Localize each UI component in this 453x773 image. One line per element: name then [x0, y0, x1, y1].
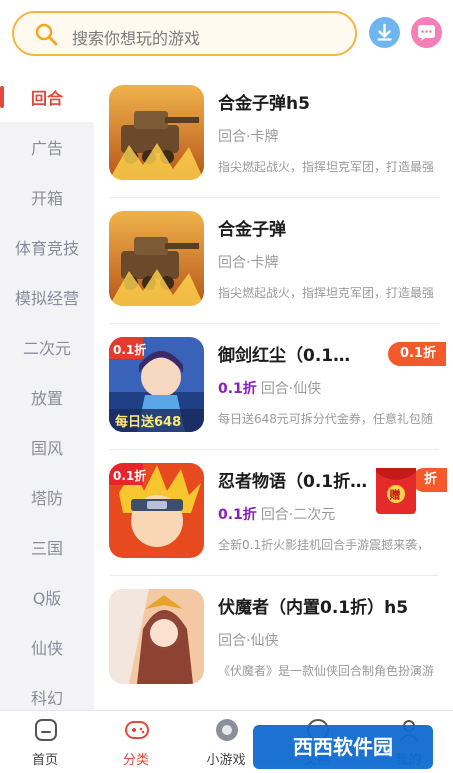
discount-badge: 0.1折: [388, 342, 447, 366]
game-tags: 回合·仙侠: [260, 381, 322, 397]
tab-label: 首页: [31, 753, 58, 768]
category-label: 仙侠: [30, 639, 63, 658]
category-label: 回合: [30, 89, 63, 108]
home-icon: [35, 719, 57, 741]
category-item-xianxia[interactable]: 仙侠: [0, 622, 94, 672]
category-item-fangzhi[interactable]: 放置: [0, 372, 94, 422]
download-icon: [377, 23, 392, 41]
game-list-item[interactable]: 合金子弹 回合·卡牌 指尖燃起战火，指挥坦克军团，打造最强: [94, 198, 453, 324]
game-icon-ninja: 0.1折: [109, 463, 204, 558]
game-title[interactable]: 伏魔者（内置0.1折）h5: [218, 593, 408, 618]
category-label: 体育竞技: [14, 239, 79, 258]
search-icon: [35, 23, 58, 46]
game-description: 《伏魔者》是一款仙侠回合制角色扮演游: [218, 664, 435, 678]
minigame-icon: [216, 719, 238, 741]
category-item-guofeng[interactable]: 国风: [0, 422, 94, 472]
category-item-huihe[interactable]: 回合: [0, 72, 94, 122]
game-description: 指尖燃起战火，指挥坦克军团，打造最强: [218, 160, 435, 174]
category-label: Q版: [32, 589, 62, 608]
icon-discount-text: 0.1折: [113, 342, 146, 357]
game-list-item[interactable]: 合金子弹h5 回合·卡牌 指尖燃起战火，指挥坦克军团，打造最强: [94, 72, 453, 198]
game-icon-yujian: 0.1折 每日送648: [109, 337, 204, 432]
game-title[interactable]: 忍者物语（0.1折…: [218, 467, 367, 492]
search-bar[interactable]: 搜索你想玩的游戏: [12, 11, 357, 56]
game-icon-tank: [109, 211, 204, 306]
game-tags: 回合·二次元: [260, 507, 336, 523]
message-button[interactable]: [411, 17, 442, 48]
game-meta: 回合·仙侠: [218, 633, 279, 649]
category-item-erciyuan[interactable]: 二次元: [0, 322, 94, 372]
search-placeholder[interactable]: 搜索你想玩的游戏: [72, 25, 200, 49]
watermark-text: 西西软件园: [293, 735, 393, 759]
game-meta: 0.1折 回合·仙侠: [218, 378, 321, 398]
game-icon-tank: [109, 85, 204, 180]
category-item-guanggao[interactable]: 广告: [0, 122, 94, 172]
game-icon-fumozhe: [109, 589, 204, 684]
icon-daily-text: 每日送648: [115, 414, 181, 430]
game-description: 全新0.1折火影挂机回合手游震撼来袭，: [218, 538, 430, 552]
category-label: 模拟经营: [14, 289, 79, 308]
category-item-tiyu[interactable]: 体育竞技: [0, 222, 94, 272]
active-indicator: [0, 86, 4, 108]
download-button[interactable]: [369, 17, 400, 48]
game-title[interactable]: 合金子弹h5: [218, 89, 310, 114]
game-meta: 0.1折 回合·二次元: [218, 504, 335, 524]
category-label: 二次元: [22, 339, 71, 358]
watermark-logo: 西西软件园: [253, 725, 433, 769]
tab-label: 分类: [122, 753, 149, 768]
game-description: 每日送648元可拆分代金券，任意礼包随: [218, 412, 433, 426]
game-meta: 回合·卡牌: [218, 255, 279, 271]
category-item-kaixiang[interactable]: 开箱: [0, 172, 94, 222]
tab-home[interactable]: 首页: [0, 711, 90, 773]
category-label: 三国: [30, 539, 63, 558]
top-header: 搜索你想玩的游戏: [0, 0, 453, 72]
category-sidebar: 回合 广告 开箱 体育竞技 模拟经营 二次元 放置 国风 塔防 三国 Q版 仙侠…: [0, 72, 94, 710]
category-label: 塔防: [30, 489, 63, 508]
game-list-item[interactable]: 伏魔者（内置0.1折）h5 回合·仙侠 《伏魔者》是一款仙侠回合制角色扮演游: [94, 576, 453, 702]
game-description: 指尖燃起战火，指挥坦克军团，打造最强: [218, 286, 435, 300]
category-item-qban[interactable]: Q版: [0, 572, 94, 622]
icon-discount-text: 0.1折: [113, 468, 146, 483]
category-item-sanguo[interactable]: 三国: [0, 522, 94, 572]
category-item-moni[interactable]: 模拟经营: [0, 272, 94, 322]
category-label: 科幻: [30, 689, 63, 708]
category-label: 广告: [30, 139, 63, 158]
game-title[interactable]: 合金子弹: [218, 215, 286, 240]
discount-label: 0.1折: [218, 507, 257, 523]
game-title[interactable]: 御剑红尘（0.1…: [218, 341, 350, 366]
category-label: 国风: [30, 439, 63, 458]
game-meta: 回合·卡牌: [218, 129, 279, 145]
game-list[interactable]: 合金子弹h5 回合·卡牌 指尖燃起战火，指挥坦克军团，打造最强 合金子弹 回合·…: [94, 72, 453, 710]
category-label: 放置: [30, 389, 63, 408]
discount-label: 0.1折: [218, 381, 257, 397]
message-icon: [418, 25, 435, 41]
tab-category[interactable]: 分类: [91, 711, 181, 773]
category-icon: [125, 721, 149, 739]
game-list-item[interactable]: 0.1折 忍者物语（0.1折… 0.1折 回合·二次元 全新0.1折火影挂机回合手…: [94, 450, 453, 576]
game-list-item[interactable]: 0.1折 每日送648 御剑红尘（0.1… 0.1折 回合·仙侠 每日送648元可…: [94, 324, 453, 450]
red-packet-text: 赠: [390, 488, 401, 502]
red-packet-icon[interactable]: 赠: [374, 462, 418, 516]
category-item-tafang[interactable]: 塔防: [0, 472, 94, 522]
category-label: 开箱: [30, 189, 63, 208]
